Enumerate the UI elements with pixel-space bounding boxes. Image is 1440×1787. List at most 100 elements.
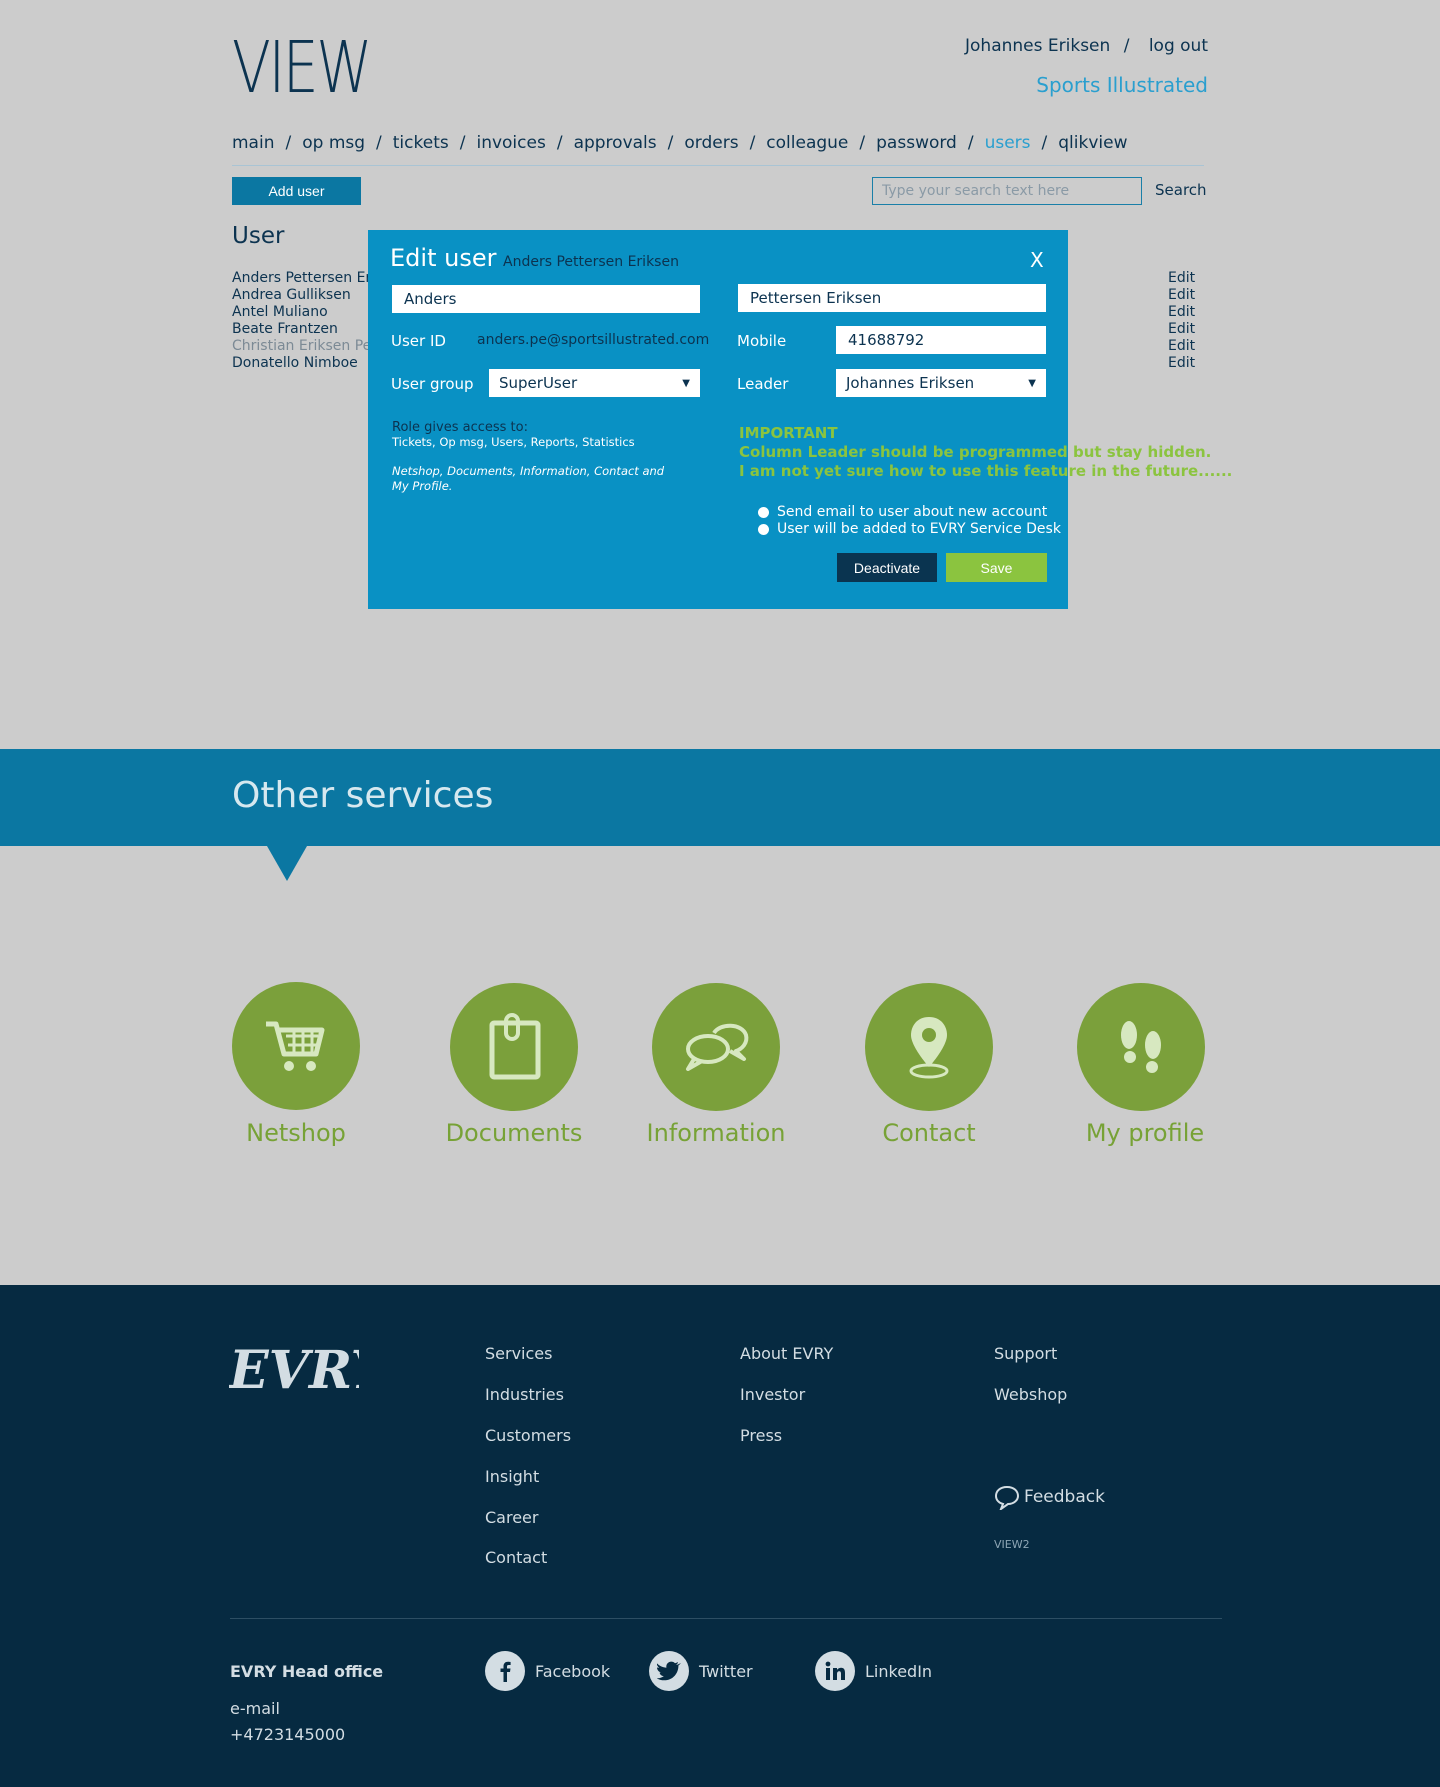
nav-item-colleague[interactable]: colleague xyxy=(766,133,848,153)
user-list-item[interactable]: Antel Muliano xyxy=(232,304,372,321)
clipboard-icon xyxy=(489,1013,541,1080)
search-button[interactable]: Search xyxy=(1155,181,1207,199)
my-profile-label[interactable]: My profile xyxy=(1045,1119,1245,1147)
twitter-link[interactable]: Twitter xyxy=(649,1651,753,1691)
footer-link-services[interactable]: Services xyxy=(485,1344,552,1363)
version-label: VIEW2 xyxy=(994,1538,1030,1551)
documents-button[interactable] xyxy=(450,983,578,1111)
nav-item-password[interactable]: password xyxy=(876,133,957,153)
nav-separator: / xyxy=(967,133,974,153)
edit-user-modal: Edit user Anders Pettersen Eriksen X Use… xyxy=(368,230,1232,609)
footer-link-press[interactable]: Press xyxy=(740,1426,782,1445)
mobile-label: Mobile xyxy=(737,332,787,350)
important-title: IMPORTANT xyxy=(739,424,838,442)
nav-item-main[interactable]: main xyxy=(232,133,274,153)
leader-select[interactable]: Johannes Eriksen ▼ xyxy=(836,369,1046,397)
role-access-list: Tickets, Op msg, Users, Reports, Statist… xyxy=(392,435,635,449)
deactivate-button[interactable]: Deactivate xyxy=(837,553,937,582)
important-line-2: I am not yet sure how to use this featur… xyxy=(739,462,1233,480)
evry-logo: EVRY xyxy=(227,1338,393,1414)
twitter-icon xyxy=(649,1651,689,1691)
contact-button[interactable] xyxy=(865,983,993,1111)
facebook-link[interactable]: Facebook xyxy=(485,1651,610,1691)
feedback-link[interactable]: Feedback xyxy=(994,1484,1105,1510)
footer-link-contact[interactable]: Contact xyxy=(485,1548,547,1567)
information-button[interactable] xyxy=(652,983,780,1111)
footer-link-insight[interactable]: Insight xyxy=(485,1467,539,1486)
footer-link-investor[interactable]: Investor xyxy=(740,1385,805,1404)
nav-item-users[interactable]: users xyxy=(985,133,1031,153)
user-bar: Johannes Eriksen / log out xyxy=(959,36,1208,56)
other-services-title: Other services xyxy=(232,775,494,816)
save-button[interactable]: Save xyxy=(946,553,1047,582)
user-section-title: User xyxy=(232,223,285,249)
leader-selected: Johannes Eriksen xyxy=(846,374,975,392)
email-link[interactable]: e-mail xyxy=(230,1699,280,1718)
leader-label: Leader xyxy=(737,375,789,393)
linkedin-link[interactable]: LinkedIn xyxy=(815,1651,932,1691)
mobile-field[interactable] xyxy=(836,326,1046,354)
footer-link-about[interactable]: About EVRY xyxy=(740,1344,833,1363)
user-list-item[interactable]: Donatello Nimboe xyxy=(232,355,372,372)
modal-title: Edit user xyxy=(390,244,497,272)
netshop-label[interactable]: Netshop xyxy=(196,1119,396,1147)
nav-separator: / xyxy=(1041,133,1048,153)
footer-link-customers[interactable]: Customers xyxy=(485,1426,571,1445)
user-group-select[interactable]: SuperUser ▼ xyxy=(489,369,700,397)
nav-separator: / xyxy=(376,133,382,153)
head-office-title: EVRY Head office xyxy=(230,1662,384,1681)
edit-link[interactable]: Edit xyxy=(1168,270,1195,287)
dropdown-arrow-icon: ▼ xyxy=(682,377,690,389)
band-pointer xyxy=(267,846,307,881)
send-email-option[interactable]: Send email to user about new account xyxy=(758,504,1047,520)
logout-link[interactable]: log out xyxy=(1149,36,1208,56)
my-profile-button[interactable] xyxy=(1077,983,1205,1111)
user-list-item[interactable]: Christian Eriksen Pedersen xyxy=(232,338,372,355)
edit-link[interactable]: Edit xyxy=(1168,338,1195,355)
edit-link[interactable]: Edit xyxy=(1168,304,1195,321)
send-email-label: Send email to user about new account xyxy=(777,504,1048,520)
dropdown-arrow-icon: ▼ xyxy=(1028,377,1036,389)
nav-item-approvals[interactable]: approvals xyxy=(574,133,657,153)
nav-item-invoices[interactable]: invoices xyxy=(476,133,545,153)
footer-link-webshop[interactable]: Webshop xyxy=(994,1385,1067,1404)
first-name-field[interactable] xyxy=(392,285,700,313)
user-group-selected: SuperUser xyxy=(499,374,578,392)
footer-link-career[interactable]: Career xyxy=(485,1508,538,1527)
user-list-item[interactable]: Andrea Gulliksen xyxy=(232,287,372,304)
last-name-field[interactable] xyxy=(738,284,1046,312)
linkedin-label: LinkedIn xyxy=(865,1661,933,1681)
radio-button[interactable] xyxy=(758,506,769,518)
information-label[interactable]: Information xyxy=(616,1119,816,1147)
evry-logo-text: EVRY xyxy=(229,1340,359,1401)
edit-link[interactable]: Edit xyxy=(1168,355,1195,372)
service-desk-label: User will be added to EVRY Service Desk xyxy=(777,521,1061,537)
edit-link[interactable]: Edit xyxy=(1168,321,1195,338)
add-user-button[interactable]: Add user xyxy=(232,177,361,205)
close-icon[interactable]: X xyxy=(1030,248,1044,272)
linkedin-icon xyxy=(815,1651,855,1691)
nav-separator: / xyxy=(459,133,466,153)
service-desk-option[interactable]: User will be added to EVRY Service Desk xyxy=(758,521,1061,537)
search-input[interactable] xyxy=(872,177,1142,205)
user-list-item[interactable]: Anders Pettersen Eriksen xyxy=(232,270,372,287)
nav-item-tickets[interactable]: tickets xyxy=(393,133,449,153)
other-services-band xyxy=(0,749,1440,846)
nav-item-orders[interactable]: orders xyxy=(684,133,738,153)
cart-icon xyxy=(266,1021,325,1071)
edit-link[interactable]: Edit xyxy=(1168,287,1195,304)
location-pin-icon xyxy=(909,1017,949,1079)
radio-button[interactable] xyxy=(758,523,769,535)
contact-label[interactable]: Contact xyxy=(829,1119,1029,1147)
nav-item-op-msg[interactable]: op msg xyxy=(302,133,365,153)
role-access-extra: Netshop, Documents, Information, Contact… xyxy=(392,464,665,493)
documents-label[interactable]: Documents xyxy=(414,1119,614,1147)
nav-separator: / xyxy=(667,133,674,153)
main-nav: main / op msg / tickets / invoices / approva… xyxy=(232,133,1128,153)
netshop-button[interactable] xyxy=(232,982,360,1110)
footer-link-industries[interactable]: Industries xyxy=(485,1385,564,1404)
footer-divider xyxy=(230,1618,1222,1619)
user-list-item[interactable]: Beate Frantzen xyxy=(232,321,372,338)
nav-item-qlikview[interactable]: qlikview xyxy=(1058,133,1127,153)
footer-link-support[interactable]: Support xyxy=(994,1344,1057,1363)
